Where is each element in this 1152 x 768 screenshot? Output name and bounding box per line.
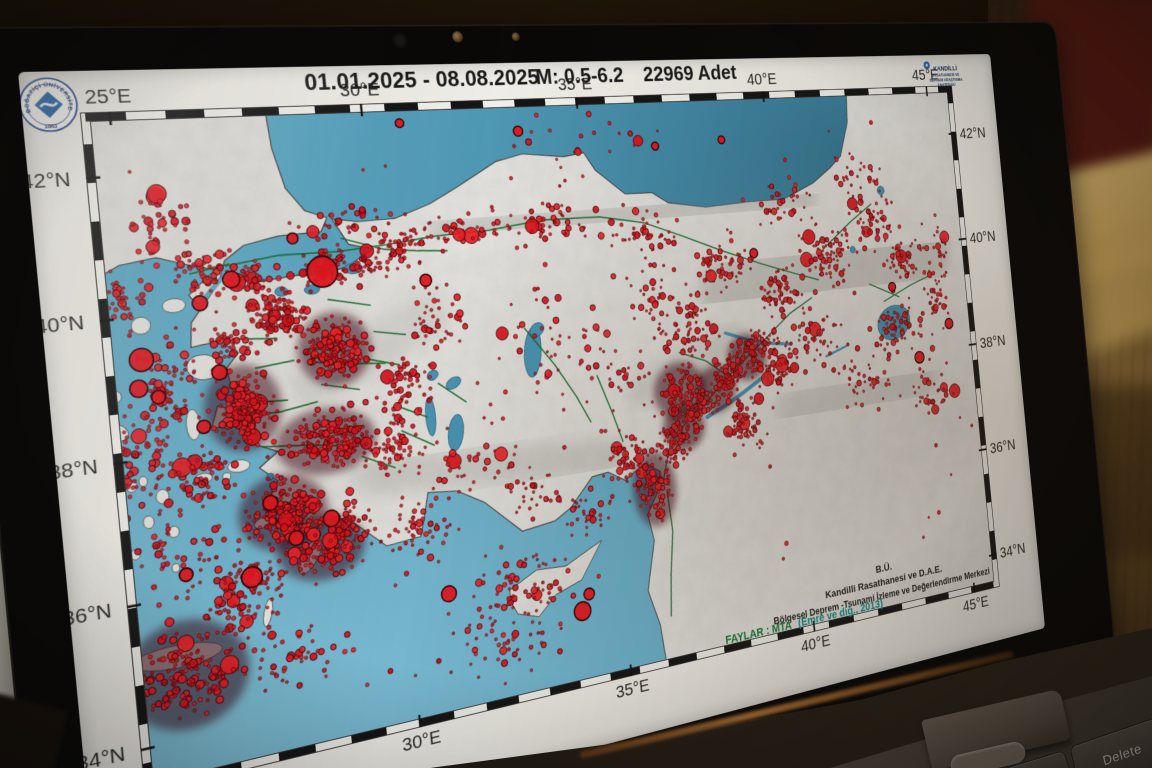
axis-label: 36°N: [989, 435, 1016, 457]
webcam-lens-icon: [393, 33, 408, 47]
bogazici-logo: BOĞAZİÇİ ÜNİVERSİTESİ 1863: [18, 78, 79, 132]
earthquake-map: 25°E30°E35°E40°E45°E30°E35°E40°E45°E42°N…: [18, 54, 1045, 768]
axis-label: 45°E: [962, 592, 989, 616]
map-title-date: 01.01.2025 - 08.08.2025: [303, 65, 540, 96]
axis-label: 42°N: [959, 123, 986, 141]
map-title-count: 22969 Adet: [642, 61, 737, 86]
axis-label: 34°N: [75, 742, 126, 768]
axis-label: 38°N: [979, 331, 1006, 352]
webcam-mic-icon: [511, 33, 520, 41]
axis-label: 25°E: [84, 84, 133, 108]
axis-label: 40°N: [969, 227, 996, 247]
axis-label: 40°E: [746, 69, 777, 88]
map-canvas: 25°E30°E35°E40°E45°E30°E35°E40°E45°E42°N…: [18, 65, 1030, 768]
axis-label: 34°N: [999, 539, 1026, 562]
map-clipped-layers: [66, 71, 997, 768]
kandilli-logo-line3: DEPREM ARAŞTIRMA: [930, 78, 964, 83]
kandilli-logo-line2: RASATHANESİ VE: [932, 72, 960, 78]
kandilli-logo-line4: ENSTİTÜSÜ: [938, 83, 956, 88]
laptop-screen: 25°E30°E35°E40°E45°E30°E35°E40°E45°E42°N…: [18, 54, 1045, 768]
bogazici-logo-year: 1863: [44, 125, 57, 131]
kandilli-logo-line1: KANDİLLİ: [933, 65, 957, 72]
webcam-led-icon: [452, 31, 464, 42]
map-title-magnitude: M: 0.5-6.2: [534, 63, 624, 89]
photo-scene: 25°E30°E35°E40°E45°E30°E35°E40°E45°E42°N…: [0, 0, 1152, 768]
laptop: 25°E30°E35°E40°E45°E30°E35°E40°E45°E42°N…: [18, 54, 1045, 768]
